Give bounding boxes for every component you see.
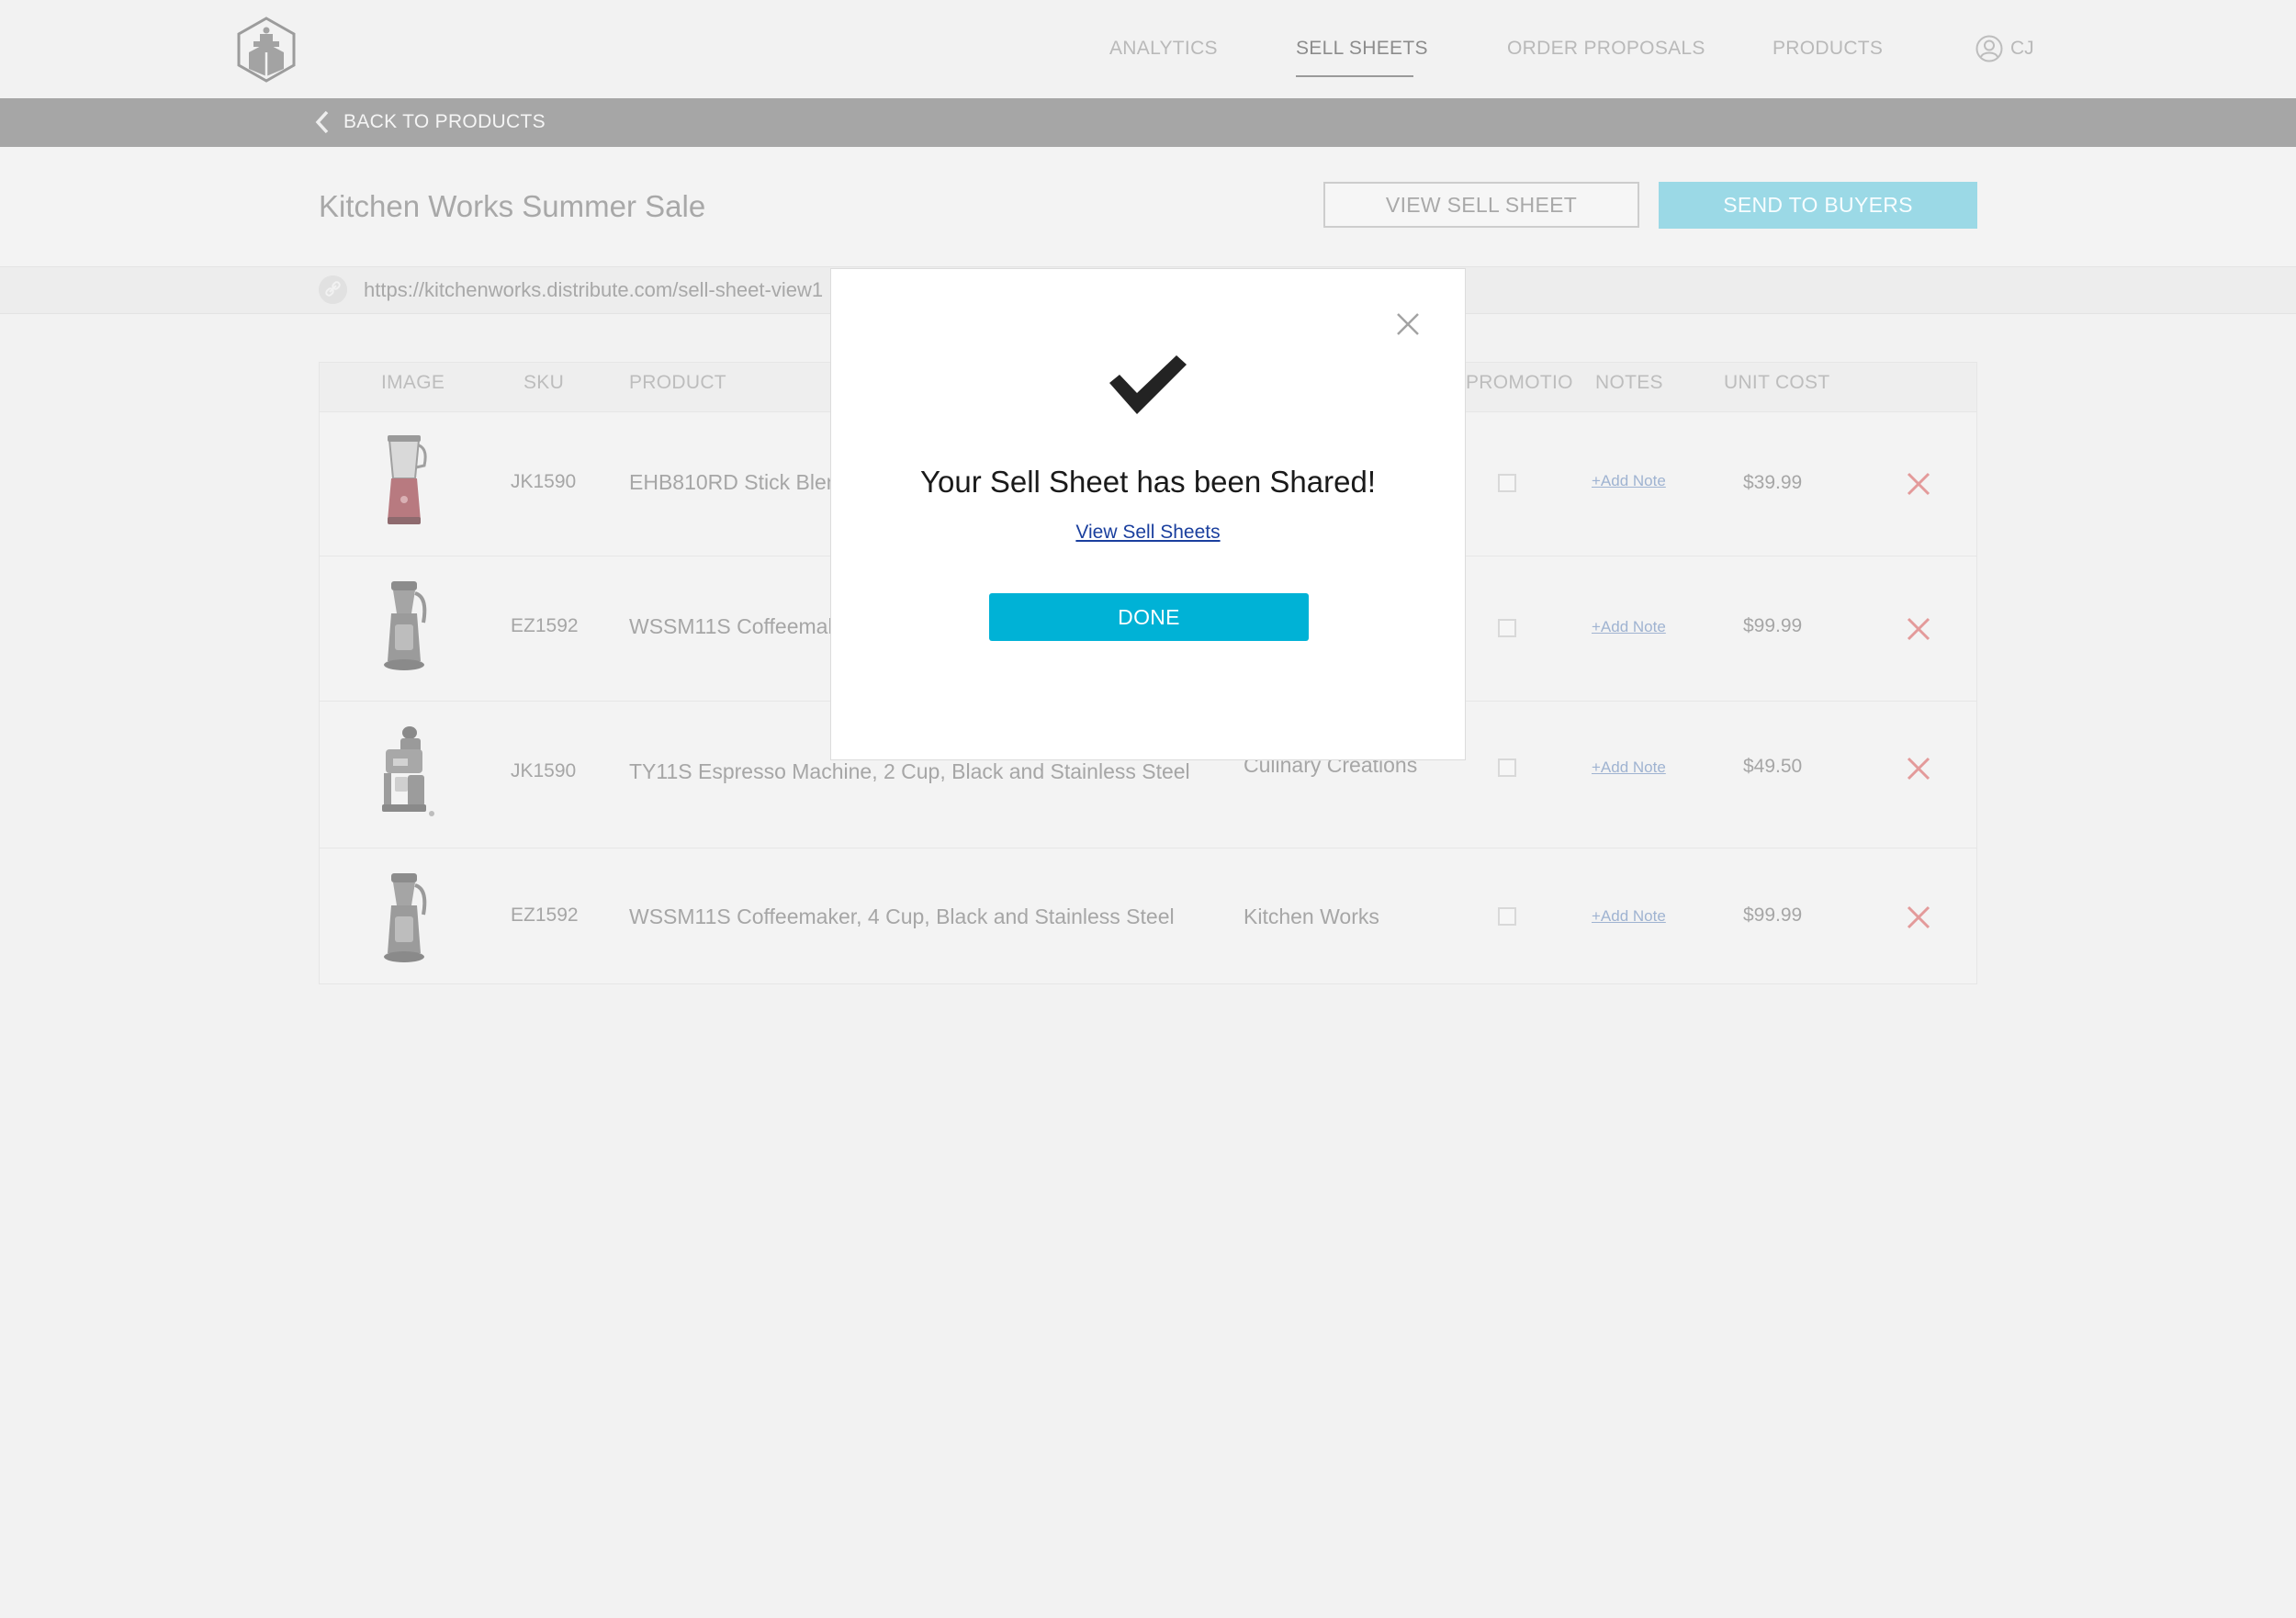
- add-note-link[interactable]: +Add Note: [1592, 907, 1666, 926]
- column-header-product: PRODUCT: [629, 372, 726, 393]
- user-avatar-icon: [1975, 35, 2003, 62]
- page-title: Kitchen Works Summer Sale: [319, 189, 706, 223]
- coffeemaker-image: [384, 581, 427, 670]
- column-header-notes: NOTES: [1595, 372, 1663, 393]
- send-to-buyers-button[interactable]: SEND TO BUYERS: [1659, 182, 1977, 229]
- nav-analytics[interactable]: ANALYTICS: [1109, 38, 1218, 60]
- remove-icon[interactable]: [1907, 757, 1930, 781]
- promotion-checkbox[interactable]: [1498, 907, 1516, 926]
- checkmark-icon: [1109, 355, 1187, 414]
- nav-sell-sheets[interactable]: SELL SHEETS: [1296, 38, 1428, 60]
- nav-products[interactable]: PRODUCTS: [1773, 38, 1883, 60]
- table-row: EZ1592 WSSM11S Coffeemaker, 4 Cup, Black…: [320, 848, 1976, 984]
- espresso-machine-image: [382, 726, 434, 816]
- sku-cell: JK1590: [511, 760, 577, 781]
- add-note-link[interactable]: +Add Note: [1592, 758, 1666, 777]
- nav-order-proposals[interactable]: ORDER PROPOSALS: [1507, 38, 1705, 60]
- active-nav-underline: [1296, 75, 1413, 77]
- chevron-left-icon[interactable]: [315, 109, 330, 135]
- sell-sheet-header: Kitchen Works Summer Sale VIEW SELL SHEE…: [0, 147, 2296, 267]
- view-sell-sheets-link[interactable]: View Sell Sheets: [831, 522, 1465, 544]
- unit-cost-cell: $99.99: [1743, 615, 1803, 636]
- remove-icon[interactable]: [1907, 472, 1930, 496]
- column-header-promotion: PROMOTIO: [1466, 372, 1573, 393]
- column-header-sku: SKU: [523, 372, 565, 393]
- product-cell: WSSM11S Coffeemaker: [629, 614, 858, 638]
- unit-cost-cell: $49.50: [1743, 756, 1803, 777]
- unit-cost-cell: $39.99: [1743, 472, 1803, 493]
- product-cell: WSSM11S Coffeemaker, 4 Cup, Black and St…: [629, 905, 1175, 928]
- add-note-link[interactable]: +Add Note: [1592, 472, 1666, 490]
- back-bar: BACK TO PRODUCTS: [0, 98, 2296, 147]
- unit-cost-cell: $99.99: [1743, 905, 1803, 926]
- sku-cell: EZ1592: [511, 615, 579, 636]
- user-menu[interactable]: CJ: [1975, 35, 2034, 62]
- remove-icon[interactable]: [1907, 617, 1930, 641]
- link-icon: [319, 275, 347, 304]
- shared-confirmation-modal: Your Sell Sheet has been Shared! View Se…: [830, 268, 1466, 760]
- product-cell: TY11S Espresso Machine, 2 Cup, Black and…: [629, 759, 1190, 783]
- view-sell-sheet-button[interactable]: VIEW SELL SHEET: [1323, 182, 1639, 228]
- column-header-unit-cost: UNIT COST: [1724, 372, 1830, 393]
- sku-cell: JK1590: [511, 471, 577, 492]
- view-sell-sheets-label[interactable]: View Sell Sheets: [1075, 522, 1220, 543]
- vendor-cell: Kitchen Works: [1244, 905, 1379, 928]
- coffeemaker-image: [384, 873, 427, 962]
- done-button[interactable]: DONE: [989, 593, 1309, 641]
- column-header-image: IMAGE: [381, 372, 445, 393]
- promotion-checkbox[interactable]: [1498, 474, 1516, 492]
- top-navigation: ANALYTICS SELL SHEETS ORDER PROPOSALS PR…: [0, 0, 2296, 98]
- sku-cell: EZ1592: [511, 905, 579, 926]
- remove-icon[interactable]: [1907, 905, 1930, 929]
- share-url[interactable]: https://kitchenworks.distribute.com/sell…: [364, 278, 823, 302]
- back-to-products-link[interactable]: BACK TO PRODUCTS: [343, 111, 546, 133]
- promotion-checkbox[interactable]: [1498, 619, 1516, 637]
- company-logo-icon[interactable]: [235, 16, 298, 84]
- close-icon[interactable]: [1396, 312, 1420, 336]
- promotion-checkbox[interactable]: [1498, 758, 1516, 777]
- modal-title: Your Sell Sheet has been Shared!: [920, 465, 1376, 499]
- add-note-link[interactable]: +Add Note: [1592, 618, 1666, 636]
- user-initials: CJ: [2010, 38, 2034, 59]
- blender-image: [388, 435, 427, 524]
